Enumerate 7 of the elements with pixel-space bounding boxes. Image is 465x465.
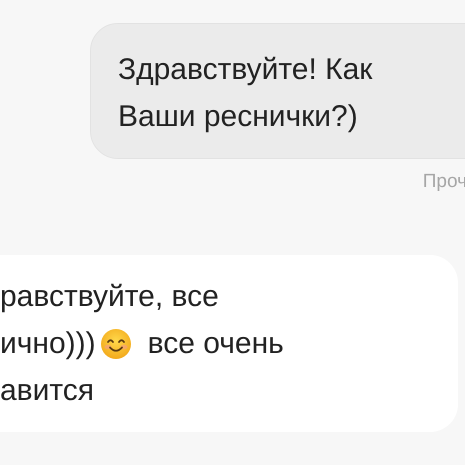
message-text: ично))): [0, 326, 96, 362]
message-text: авится: [0, 372, 94, 408]
smiling-face-icon: [100, 328, 132, 360]
message-text: равствуйте, все: [0, 278, 219, 314]
message-text: все очень: [148, 326, 284, 362]
message-text: Здравствуйте! Как: [118, 52, 372, 88]
message-text: Ваши реснички?): [118, 98, 358, 134]
